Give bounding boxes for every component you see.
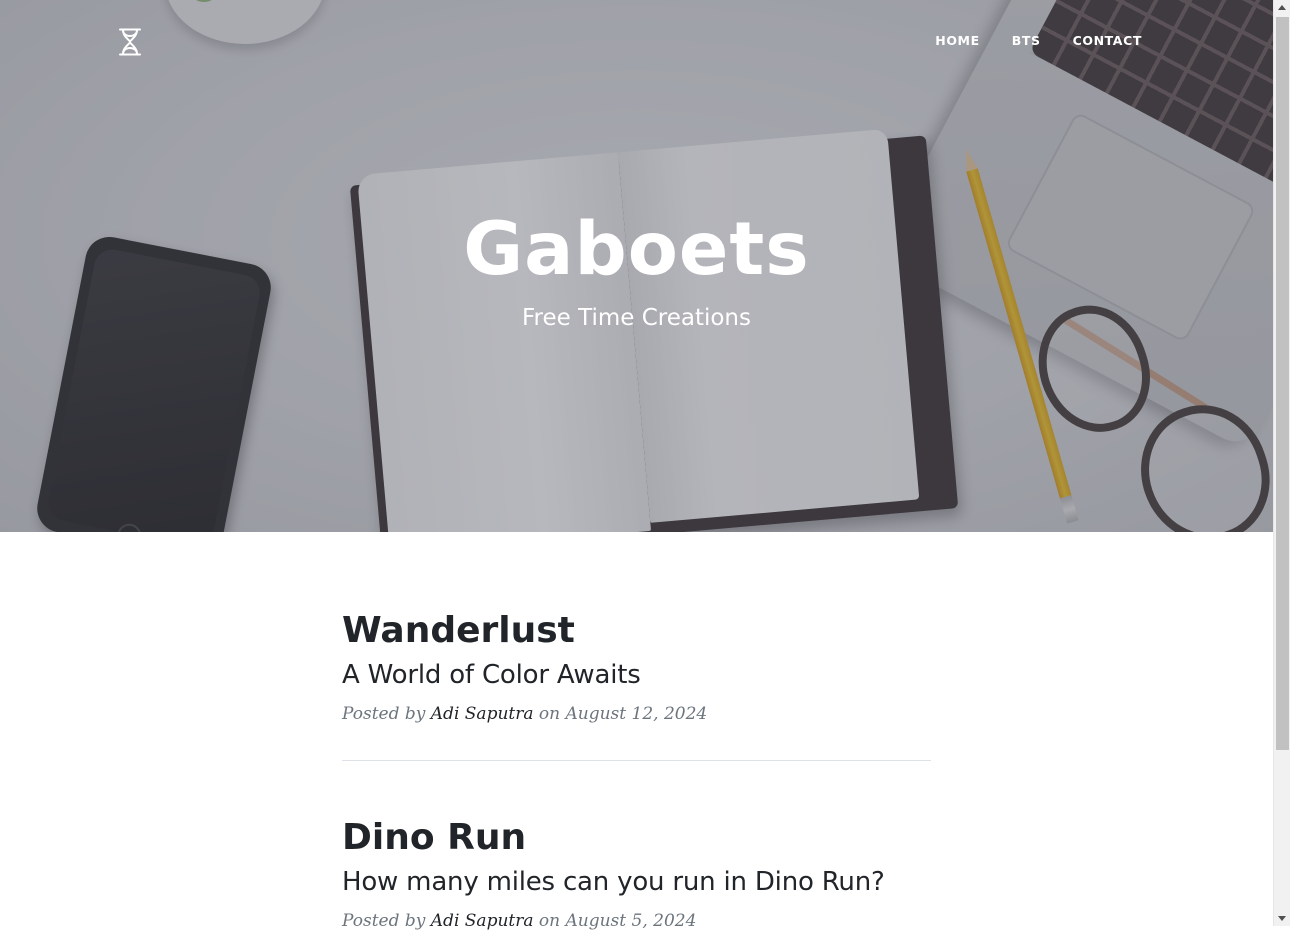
- post-author-link[interactable]: Adi Saputra: [431, 911, 534, 931]
- post-preview[interactable]: Dino Run How many miles can you run in D…: [342, 815, 931, 933]
- post-meta-prefix: Posted by: [342, 911, 426, 931]
- post-title[interactable]: Wanderlust: [342, 608, 931, 654]
- post-date: August 5, 2024: [565, 911, 697, 931]
- post-subtitle[interactable]: How many miles can you run in Dino Run?: [342, 865, 931, 899]
- post-meta-on: on: [538, 911, 561, 931]
- nav-bts-link[interactable]: BTS: [1012, 33, 1041, 49]
- post-list: Wanderlust A World of Color Awaits Poste…: [342, 608, 931, 933]
- post-divider: [342, 760, 931, 761]
- hero-heading: Gaboets Free Time Creations: [0, 205, 1273, 333]
- page-scrollbar[interactable]: [1273, 0, 1290, 926]
- hourglass-icon[interactable]: [118, 28, 142, 56]
- post-meta-prefix: Posted by: [342, 704, 426, 724]
- site-subtitle: Free Time Creations: [521, 305, 751, 331]
- nav-contact-link[interactable]: CONTACT: [1073, 33, 1142, 49]
- post-preview[interactable]: Wanderlust A World of Color Awaits Poste…: [342, 608, 931, 726]
- scroll-up-arrow-icon[interactable]: [1278, 5, 1286, 10]
- main-nav: HOME BTS CONTACT: [935, 33, 1142, 49]
- post-subtitle[interactable]: A World of Color Awaits: [342, 658, 931, 692]
- post-meta-on: on: [538, 704, 561, 724]
- post-author-link[interactable]: Adi Saputra: [431, 704, 534, 724]
- nav-home-link[interactable]: HOME: [935, 33, 979, 49]
- post-date: August 12, 2024: [565, 704, 708, 724]
- post-meta: Posted by Adi Saputra on August 12, 2024: [342, 702, 931, 726]
- site-title: Gaboets: [463, 207, 810, 292]
- post-title[interactable]: Dino Run: [342, 815, 931, 861]
- scroll-down-arrow-icon[interactable]: [1278, 916, 1286, 921]
- post-meta: Posted by Adi Saputra on August 5, 2024: [342, 909, 931, 933]
- scrollbar-thumb[interactable]: [1276, 17, 1289, 750]
